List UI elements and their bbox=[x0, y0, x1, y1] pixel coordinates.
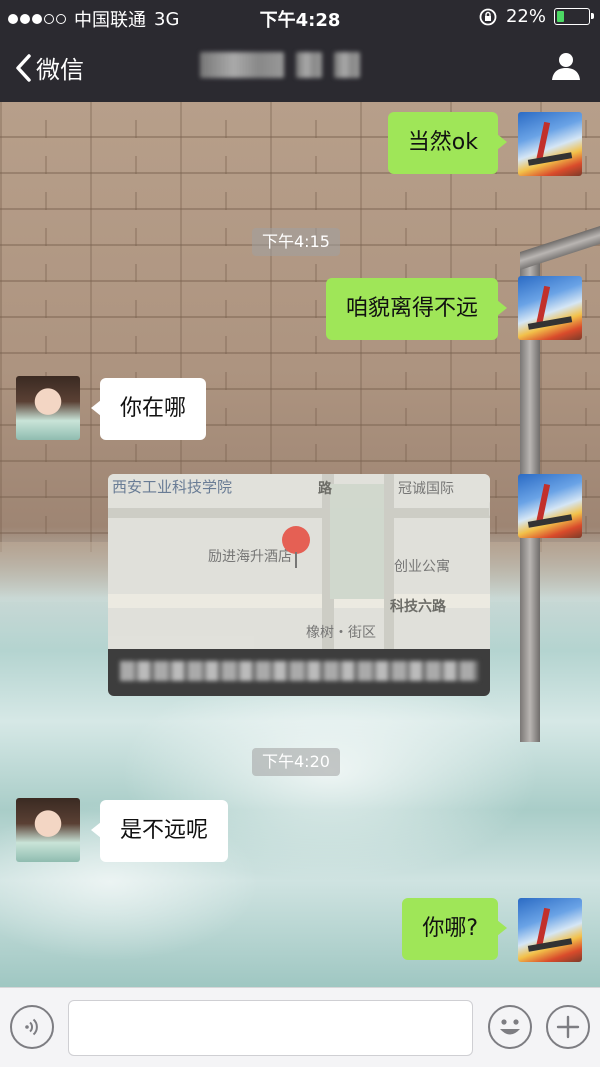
voice-icon bbox=[25, 1018, 38, 1036]
contact-avatar[interactable] bbox=[16, 376, 80, 440]
voice-input-button[interactable] bbox=[10, 1005, 54, 1049]
sent-message[interactable]: 当然ok bbox=[387, 112, 508, 174]
status-right: 22% bbox=[478, 6, 594, 27]
nav-bar: 微信 bbox=[0, 34, 600, 102]
map-label: 西安工业科技学院 bbox=[112, 478, 233, 496]
map-road bbox=[384, 474, 394, 649]
sent-message[interactable]: 咱貌离得不远 bbox=[325, 278, 508, 340]
blurred-name-part bbox=[296, 52, 322, 78]
sent-message[interactable]: 你哪? bbox=[402, 898, 507, 960]
message-timestamp: 下午4:20 bbox=[252, 748, 340, 776]
location-address-blurred bbox=[108, 649, 490, 696]
location-message-card[interactable]: 西安工业科技学院 路 冠诚国际 励进海升酒店 创业公寓 科技六路 橡树・街区 bbox=[108, 474, 490, 696]
map-label: 冠诚国际 bbox=[398, 481, 454, 497]
map-label: 橡树・街区 bbox=[306, 625, 376, 641]
map-pin-icon bbox=[282, 526, 310, 570]
chevron-left-icon bbox=[16, 53, 31, 82]
smiley-icon bbox=[500, 1019, 520, 1035]
more-options-button[interactable] bbox=[546, 1005, 590, 1049]
battery-icon bbox=[554, 8, 594, 25]
blurred-name-part bbox=[334, 52, 360, 78]
message-input[interactable] bbox=[68, 1000, 473, 1056]
map-label: 励进海升酒店 bbox=[208, 549, 292, 565]
back-button[interactable]: 微信 bbox=[14, 50, 84, 85]
map-road bbox=[108, 508, 490, 518]
location-map: 西安工业科技学院 路 冠诚国际 励进海升酒店 创业公寓 科技六路 橡树・街区 bbox=[108, 474, 490, 649]
contact-avatar[interactable] bbox=[16, 798, 80, 862]
blurred-name-part bbox=[200, 52, 284, 78]
battery-percent: 22% bbox=[505, 6, 546, 27]
chat-area[interactable]: 当然ok 下午4:15 咱貌离得不远 你在哪 西安工业科技学院 路 冠诚国际 励… bbox=[0, 102, 600, 987]
map-park bbox=[330, 484, 384, 599]
plus-icon bbox=[556, 1015, 580, 1039]
back-label: 微信 bbox=[36, 56, 84, 84]
my-avatar[interactable] bbox=[518, 112, 582, 176]
person-icon bbox=[552, 53, 580, 80]
my-avatar[interactable] bbox=[518, 898, 582, 962]
blurred-address bbox=[120, 661, 478, 681]
input-toolbar bbox=[0, 987, 600, 1067]
map-pin-stick bbox=[295, 552, 297, 568]
emoji-button[interactable] bbox=[488, 1005, 532, 1049]
received-message[interactable]: 你在哪 bbox=[90, 378, 207, 440]
chat-title-blurred bbox=[200, 52, 360, 78]
map-label: 路 bbox=[318, 481, 332, 497]
received-message[interactable]: 是不远呢 bbox=[90, 800, 229, 862]
map-pin-head bbox=[282, 526, 310, 554]
my-avatar[interactable] bbox=[518, 474, 582, 538]
rotation-lock-icon bbox=[479, 8, 497, 25]
chat-info-button[interactable] bbox=[550, 50, 582, 86]
map-label: 科技六路 bbox=[390, 599, 446, 615]
map-label: 创业公寓 bbox=[394, 559, 450, 575]
message-timestamp: 下午4:15 bbox=[252, 228, 340, 256]
status-bar: 中国联通 3G 下午4:28 22% bbox=[0, 0, 600, 34]
my-avatar[interactable] bbox=[518, 276, 582, 340]
battery-fill bbox=[557, 11, 564, 22]
